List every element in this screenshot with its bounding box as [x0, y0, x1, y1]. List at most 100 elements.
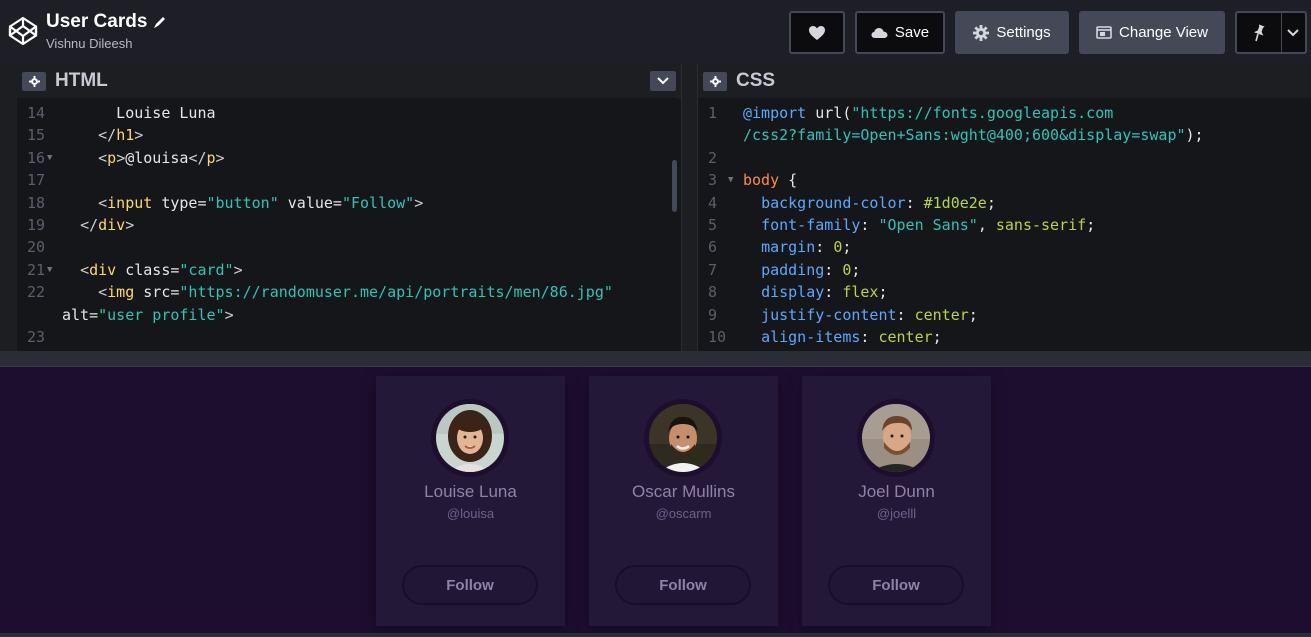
code-line[interactable]: /css2?family=Open+Sans:wght@400;600&disp… [698, 124, 1311, 146]
code-line[interactable]: 7 padding: 0; [698, 259, 1311, 281]
code-text: margin: 0; [761, 238, 852, 257]
line-number: 9 [708, 305, 718, 324]
top-bar: User Cards Vishnu Dileesh Save Settings … [0, 0, 1311, 64]
line-number: 23 [27, 328, 46, 346]
code-text: </h1> [98, 126, 144, 145]
cloud-icon [871, 27, 888, 38]
html-editor-title: HTML [55, 70, 108, 91]
line-number: 22 [27, 283, 46, 302]
heart-button[interactable] [789, 11, 845, 54]
pen-author[interactable]: Vishnu Dileesh [46, 35, 167, 53]
pin-button[interactable] [1235, 11, 1307, 54]
chevron-down-icon[interactable] [1287, 28, 1299, 37]
heart-icon [809, 25, 825, 40]
fold-arrow-icon[interactable]: ▼ [728, 169, 733, 191]
html-code-editor[interactable]: 14 Louise Luna 15 </h1> 16 ▼ <p>@louisa</p>… [17, 99, 681, 351]
code-text: alt="user profile"> [62, 305, 234, 324]
fold-arrow-icon[interactable]: ▼ [47, 147, 52, 169]
codepen-logo-icon[interactable] [8, 16, 38, 46]
editor-splitter[interactable] [681, 64, 698, 351]
code-line[interactable]: 5 font-family: "Open Sans", sans-serif; [698, 214, 1311, 236]
follow-button[interactable]: Follow [615, 565, 751, 605]
pin-icon [1253, 23, 1265, 41]
avatar [644, 399, 722, 477]
css-settings-button[interactable] [703, 71, 727, 91]
code-text: <img src="https://randomuser.me/api/port… [98, 283, 613, 302]
css-code-editor[interactable]: 1 @import url("https://fonts.googleapis.c… [698, 99, 1311, 351]
line-number: 17 [27, 171, 46, 190]
code-line[interactable]: 17 [17, 169, 681, 191]
html-editor-header: HTML [17, 64, 681, 99]
code-line[interactable]: 1 @import url("https://fonts.googleapis.c… [698, 102, 1311, 124]
left-resize-gutter[interactable] [0, 64, 17, 351]
pen-title[interactable]: User Cards [46, 11, 167, 33]
user-photo-oscar [649, 404, 717, 472]
code-text: align-items: center; [761, 328, 942, 346]
settings-button-label: Settings [996, 24, 1051, 41]
line-number: 14 [27, 104, 46, 122]
code-line[interactable]: 2 [698, 147, 1311, 169]
line-number: 5 [708, 216, 718, 234]
code-text: /css2?family=Open+Sans:wght@400;600&disp… [743, 126, 1204, 145]
save-button-label: Save [894, 24, 930, 41]
pencil-icon[interactable] [153, 15, 167, 29]
user-card: Oscar Mullins @oscarm Follow [589, 376, 778, 626]
code-line[interactable]: 3 ▼ body { [698, 169, 1311, 191]
code-text: body { [743, 171, 798, 190]
line-number: 1 [708, 104, 718, 122]
code-line[interactable]: 23 [17, 326, 681, 348]
code-line[interactable]: 15 </h1> [17, 124, 681, 146]
code-text: Louise Luna [62, 104, 216, 122]
follow-button[interactable]: Follow [402, 565, 538, 605]
result-preview: Louise Luna @louisa Follow Oscar Mullins [0, 367, 1311, 637]
code-line[interactable]: 4 background-color: #1d0e2e; [698, 192, 1311, 214]
code-line[interactable]: 10 align-items: center; [698, 326, 1311, 348]
code-line[interactable]: 18 <input type="button" value="Follow"> [17, 192, 681, 214]
html-editor-pane: HTML 14 Louise Luna 15 </h1> 16 ▼ <p>@louis… [17, 64, 681, 351]
code-line[interactable]: 21 ▼ <div class="card"> [17, 259, 681, 281]
save-button[interactable]: Save [855, 11, 945, 54]
gear-icon [973, 24, 990, 41]
code-line[interactable]: 9 justify-content: center; [698, 304, 1311, 326]
pen-title-text[interactable]: User Cards [46, 11, 147, 33]
preview-resize-bar[interactable] [0, 351, 1311, 367]
code-line[interactable]: 8 display: flex; [698, 281, 1311, 303]
line-number: 8 [708, 283, 718, 302]
editor-area: HTML 14 Louise Luna 15 </h1> 16 ▼ <p>@louis… [0, 64, 1311, 351]
settings-button[interactable]: Settings [955, 11, 1069, 54]
code-line[interactable]: 20 [17, 236, 681, 258]
code-text: background-color: #1d0e2e; [761, 193, 996, 212]
user-handle: @joelll [876, 506, 917, 521]
user-card: Louise Luna @louisa Follow [376, 376, 565, 626]
user-photo-louise [436, 404, 504, 472]
code-line[interactable]: 14 Louise Luna [17, 102, 681, 124]
change-view-button[interactable]: Change View [1079, 11, 1225, 54]
user-handle: @louisa [446, 506, 495, 521]
code-line[interactable]: alt="user profile"> [17, 304, 681, 326]
code-line[interactable]: 16 ▼ <p>@louisa</p> [17, 147, 681, 169]
code-line[interactable]: 22 <img src="https://randomuser.me/api/p… [17, 281, 681, 303]
code-text: <input type="button" value="Follow"> [98, 193, 424, 212]
user-name: Oscar Mullins [632, 482, 735, 501]
code-line[interactable]: 6 margin: 0; [698, 236, 1311, 258]
line-number: 20 [27, 238, 46, 257]
change-view-button-label: Change View [1119, 24, 1208, 41]
line-number: 2 [708, 148, 718, 167]
html-editor-tab: HTML [17, 64, 677, 99]
avatar [857, 399, 935, 477]
code-text: font-family: "Open Sans", sans-serif; [761, 216, 1096, 234]
code-text: justify-content: center; [761, 305, 978, 324]
code-text: </div> [80, 216, 135, 234]
user-name: Louise Luna [424, 482, 517, 501]
fold-arrow-icon[interactable]: ▼ [47, 259, 52, 281]
html-collapse-button[interactable] [650, 71, 676, 91]
chevron-down-icon [657, 77, 669, 85]
follow-button[interactable]: Follow [828, 565, 964, 605]
html-editor-scrollbar[interactable] [672, 160, 677, 212]
line-number: 7 [708, 260, 718, 279]
line-number: 6 [708, 238, 718, 257]
code-line[interactable]: 19 </div> [17, 214, 681, 236]
html-settings-button[interactable] [22, 71, 46, 91]
line-number: 3 [708, 171, 718, 190]
bottom-edge [0, 633, 1311, 637]
